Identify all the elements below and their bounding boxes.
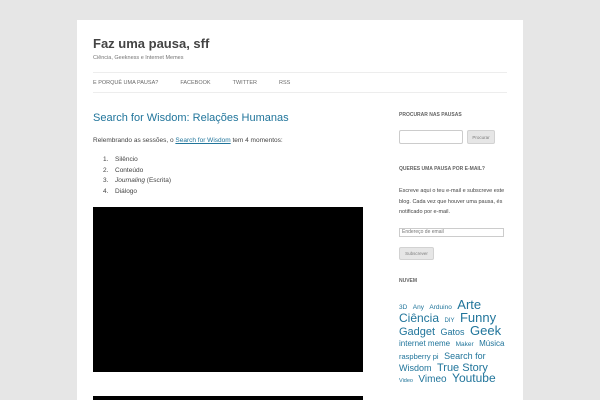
- tag-link[interactable]: 3D: [399, 304, 407, 311]
- sidebar: PROCURAR NAS PAUSAS Procurar QUERES UMA …: [399, 112, 507, 386]
- search-button[interactable]: Procurar: [467, 130, 495, 144]
- main-nav: E PORQUÊ UMA PAUSA? FACEBOOK TWITTER RSS: [93, 72, 507, 93]
- site-description: Ciência, Geekness e Internet Memes: [93, 55, 184, 61]
- list-item: 2. Conteúdo: [103, 166, 363, 177]
- video-embed[interactable]: [93, 396, 363, 400]
- post-intro: Relembrando as sessões, o Search for Wis…: [93, 136, 363, 145]
- list-text-italic: Journaling: [115, 177, 145, 184]
- post-intro-text: Relembrando as sessões, o: [93, 137, 176, 144]
- list-text: Silêncio: [115, 156, 138, 163]
- list-item: 4. Diálogo: [103, 187, 363, 198]
- tag-link[interactable]: Gadget: [399, 326, 435, 338]
- tag-cloud-title: NUVEM: [399, 278, 418, 284]
- subscribe-button[interactable]: Subscrever: [399, 247, 434, 260]
- email-field[interactable]: [399, 227, 504, 237]
- tag-cloud-widget: NUVEM 3D Any Arduino Arte Ciência DIY Fu…: [399, 278, 507, 386]
- tag-link[interactable]: DIY: [444, 318, 454, 324]
- tag-link[interactable]: Música: [479, 339, 504, 348]
- search-form: Procurar: [399, 130, 507, 144]
- tag-link[interactable]: Arduino: [429, 304, 451, 311]
- search-input[interactable]: [399, 130, 463, 144]
- video-embed[interactable]: [93, 207, 363, 372]
- page-container: Faz uma pausa, sff Ciência, Geekness e I…: [77, 20, 523, 400]
- tag-link[interactable]: Maker: [456, 341, 474, 348]
- list-item: 3. Journaling (Escrita): [103, 176, 363, 187]
- post-intro-text-end: tem 4 momentos:: [230, 137, 283, 144]
- email-widget: QUERES UMA PAUSA POR E-MAIL? Escreve aqu…: [399, 166, 507, 260]
- email-widget-text: Escreve aqui o teu e-mail e subscreve es…: [399, 188, 505, 215]
- tag-cloud: 3D Any Arduino Arte Ciência DIY Funny Ga…: [399, 298, 507, 386]
- tag-link[interactable]: Video: [399, 378, 413, 384]
- nav-item-facebook[interactable]: FACEBOOK: [180, 80, 210, 86]
- tag-link[interactable]: Ciência: [399, 311, 439, 325]
- tag-link[interactable]: Gatos: [441, 327, 465, 337]
- post-intro-link[interactable]: Search for Wisdom: [175, 137, 230, 144]
- post-content: Search for Wisdom: Relações Humanas Rele…: [93, 112, 363, 197]
- list-text: Diálogo: [115, 187, 138, 195]
- list-number: 3.: [103, 177, 109, 184]
- list-item: 1. Silêncio: [103, 155, 363, 166]
- tag-link[interactable]: Any: [413, 304, 424, 311]
- post-list: 1. Silêncio 2. Conteúdo 3. Journaling (Escr…: [93, 155, 363, 197]
- list-number: 2.: [103, 166, 109, 174]
- post-title[interactable]: Search for Wisdom: Relações Humanas: [93, 112, 363, 125]
- tag-link[interactable]: Geek: [470, 323, 501, 338]
- list-number: 4.: [103, 187, 109, 195]
- search-widget-title: PROCURAR NAS PAUSAS: [399, 112, 462, 118]
- email-widget-title: QUERES UMA PAUSA POR E-MAIL?: [399, 166, 485, 172]
- list-number: 1.: [103, 156, 109, 163]
- nav-item-rss[interactable]: RSS: [279, 80, 290, 86]
- tag-link[interactable]: Youtube: [452, 371, 496, 385]
- nav-item-twitter[interactable]: TWITTER: [233, 80, 257, 86]
- list-text: Conteúdo: [115, 166, 144, 174]
- tag-link[interactable]: internet meme: [399, 339, 450, 348]
- site-title[interactable]: Faz uma pausa, sff: [93, 36, 209, 51]
- list-text-suffix: (Escrita): [145, 177, 171, 184]
- tag-link[interactable]: Vimeo: [418, 374, 446, 385]
- nav-item-about[interactable]: E PORQUÊ UMA PAUSA?: [93, 80, 158, 86]
- tag-link[interactable]: raspberry pi: [399, 352, 439, 361]
